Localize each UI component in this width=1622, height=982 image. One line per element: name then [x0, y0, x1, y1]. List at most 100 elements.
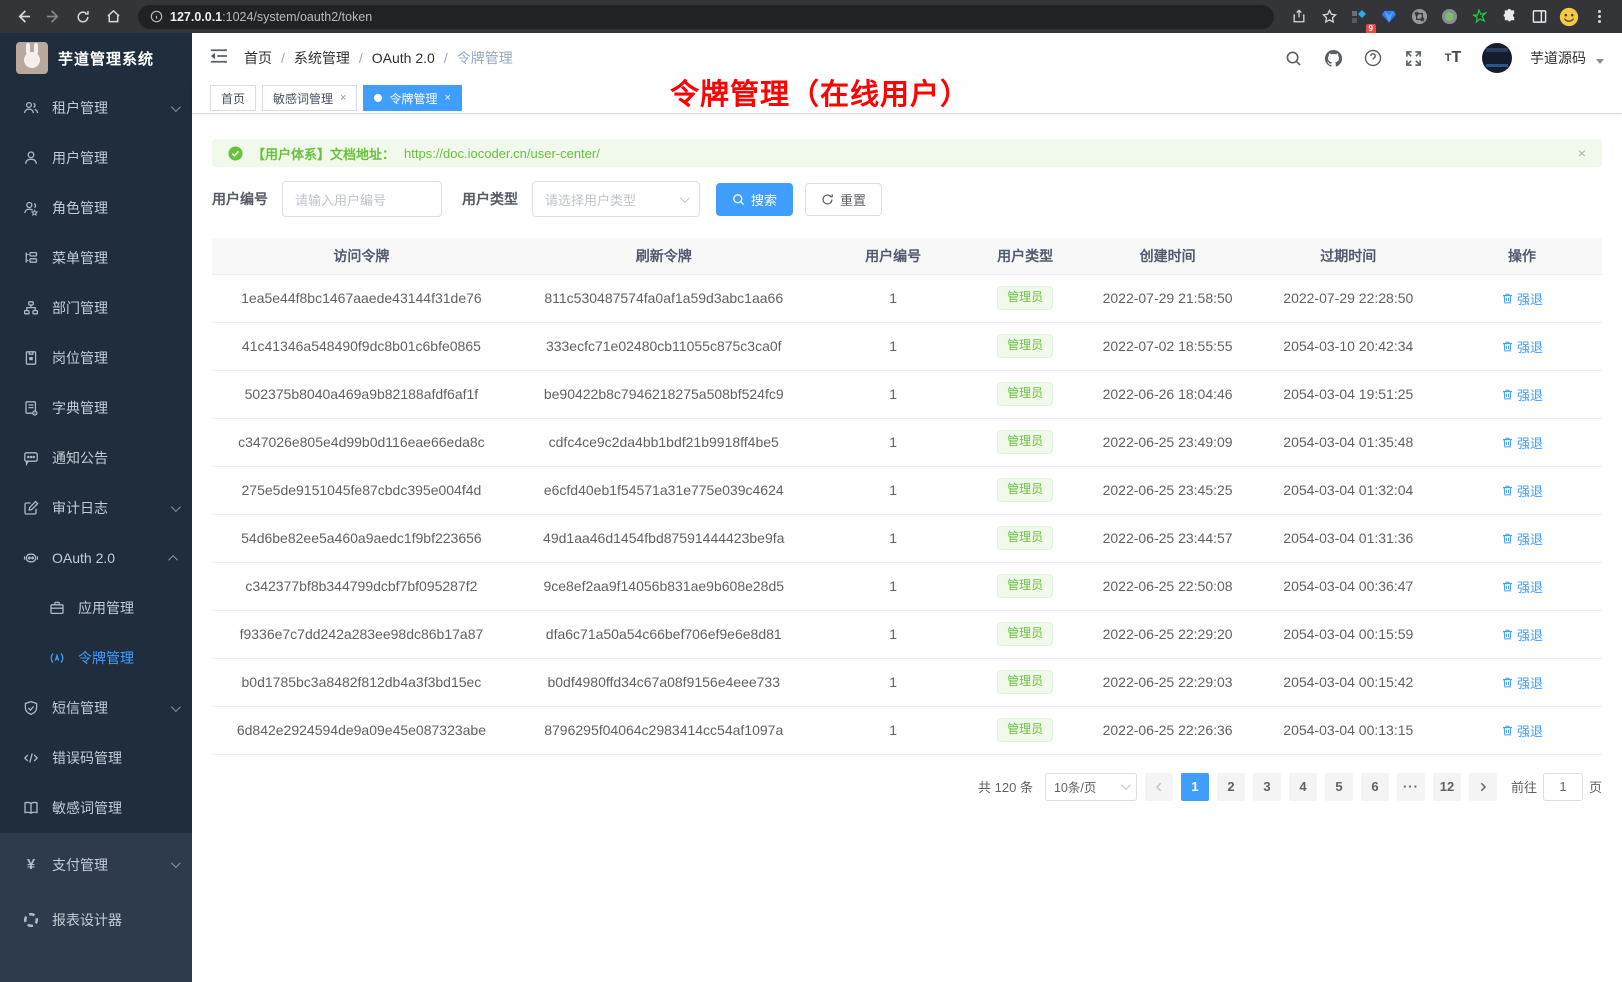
sidebar-item-租户管理[interactable]: 租户管理 — [0, 83, 192, 133]
force-logout-button[interactable]: 强退 — [1501, 481, 1543, 500]
refresh-token-cell: cdfc4ce9c2da4bb1bdf21b9918ff4be5 — [511, 418, 817, 466]
sidebar-item-菜单管理[interactable]: 菜单管理 — [0, 233, 192, 283]
breadcrumb-home[interactable]: 首页 — [244, 48, 272, 68]
sidebar-item-用户管理[interactable]: 用户管理 — [0, 133, 192, 183]
home-icon[interactable] — [100, 4, 126, 30]
sidebar-item-OAuth 2.0[interactable]: OAuth 2.0 — [0, 533, 192, 583]
page-button-2[interactable]: 2 — [1217, 773, 1245, 801]
breadcrumb-system[interactable]: 系统管理 — [294, 48, 350, 68]
tab-token-management[interactable]: 令牌管理× — [363, 85, 461, 111]
back-icon[interactable] — [10, 4, 36, 30]
reset-button[interactable]: 重置 — [805, 183, 882, 216]
table-row: f9336e7c7dd242a283ee98dc86b17a87dfa6c71a… — [212, 610, 1602, 658]
chevron-down-icon[interactable] — [1596, 59, 1604, 64]
force-logout-button[interactable]: 强退 — [1501, 721, 1543, 740]
sidebar-item-部门管理[interactable]: 部门管理 — [0, 283, 192, 333]
action-cell: 强退 — [1442, 610, 1602, 658]
side-panel-icon[interactable] — [1526, 4, 1552, 30]
user-type-badge: 管理员 — [997, 334, 1053, 358]
user-type-badge: 管理员 — [997, 718, 1053, 742]
sidebar-item-通知公告[interactable]: 通知公告 — [0, 433, 192, 483]
force-logout-button[interactable]: 强退 — [1501, 337, 1543, 356]
bookmark-star-icon[interactable] — [1316, 4, 1342, 30]
page-size-select[interactable]: 10条/页 — [1045, 773, 1137, 801]
delete-icon — [1501, 676, 1514, 689]
force-logout-button[interactable]: 强退 — [1501, 433, 1543, 452]
doc-link[interactable]: https://doc.iocoder.cn/user-center/ — [404, 146, 600, 161]
breadcrumb-oauth[interactable]: OAuth 2.0 — [372, 50, 435, 66]
action-cell: 强退 — [1442, 562, 1602, 610]
close-icon[interactable]: × — [340, 92, 346, 104]
page-button-5[interactable]: 5 — [1325, 773, 1353, 801]
profile-emoji-icon[interactable] — [1556, 4, 1582, 30]
app-title: 芋道管理系统 — [58, 48, 154, 69]
user-type-cell: 管理员 — [970, 370, 1081, 418]
forward-icon[interactable] — [40, 4, 66, 30]
page-buttons: 123456···12 — [1181, 773, 1461, 801]
sidebar-item-报表设计器[interactable]: 报表设计器 — [0, 892, 192, 947]
sidebar-item-审计日志[interactable]: 审计日志 — [0, 483, 192, 533]
site-info-icon[interactable] — [150, 10, 163, 23]
next-page-button[interactable] — [1469, 773, 1497, 801]
user-id-input[interactable]: 请输入用户编号 — [282, 181, 442, 217]
browser-menu-icon[interactable] — [1586, 4, 1612, 30]
user-type-select[interactable]: 请选择用户类型 — [532, 181, 700, 217]
reload-icon[interactable] — [70, 4, 96, 30]
sidebar-item-错误码管理[interactable]: 错误码管理 — [0, 733, 192, 783]
sidebar-menu-upper: 租户管理用户管理角色管理菜单管理部门管理岗位管理字典管理通知公告审计日志OAut… — [0, 83, 192, 833]
sidebar-item-敏感词管理[interactable]: 敏感词管理 — [0, 783, 192, 833]
search-icon[interactable] — [1282, 47, 1304, 69]
extension-colored-icon[interactable]: 9 — [1346, 4, 1372, 30]
green-dot-extension-icon[interactable] — [1436, 4, 1462, 30]
tab-sensitive-words[interactable]: 敏感词管理× — [262, 85, 357, 111]
page-button-12[interactable]: 12 — [1433, 773, 1461, 801]
alert-close-icon[interactable]: × — [1578, 145, 1586, 161]
page-button-6[interactable]: 6 — [1361, 773, 1389, 801]
sidebar-item-短信管理[interactable]: 短信管理 — [0, 683, 192, 733]
page-button-3[interactable]: 3 — [1253, 773, 1281, 801]
sidebar-item-令牌管理[interactable]: 令牌管理 — [0, 633, 192, 683]
github-icon[interactable] — [1322, 47, 1344, 69]
tab-home[interactable]: 首页 — [210, 85, 256, 111]
sidebar-collapse-icon[interactable] — [210, 48, 228, 69]
sidebar-item-支付管理[interactable]: ¥支付管理 — [0, 837, 192, 892]
sidebar-item-岗位管理[interactable]: 岗位管理 — [0, 333, 192, 383]
force-logout-button[interactable]: 强退 — [1501, 625, 1543, 644]
app-logo-row[interactable]: 芋道管理系统 — [0, 33, 192, 83]
force-logout-button[interactable]: 强退 — [1501, 577, 1543, 596]
dict-icon — [22, 400, 40, 416]
help-icon[interactable] — [1362, 47, 1384, 69]
puzzle-extensions-icon[interactable] — [1496, 4, 1522, 30]
refresh-token-cell: 8796295f04064c2983414cc54af1097a — [511, 706, 817, 754]
org-icon — [22, 300, 40, 316]
force-logout-button[interactable]: 强退 — [1501, 673, 1543, 692]
table-row: 54d6be82ee5a460a9aedc1f9bf22365649d1aa46… — [212, 514, 1602, 562]
user-id-cell: 1 — [817, 418, 970, 466]
page-button-4[interactable]: 4 — [1289, 773, 1317, 801]
force-logout-button[interactable]: 强退 — [1501, 529, 1543, 548]
fullscreen-icon[interactable] — [1402, 47, 1424, 69]
gem-extension-icon[interactable] — [1376, 4, 1402, 30]
col-expires: 过期时间 — [1254, 238, 1442, 274]
user-avatar[interactable] — [1482, 43, 1512, 73]
close-icon[interactable]: × — [444, 92, 450, 104]
force-logout-button[interactable]: 强退 — [1501, 385, 1543, 404]
sidebar-item-字典管理[interactable]: 字典管理 — [0, 383, 192, 433]
search-button[interactable]: 搜索 — [716, 183, 793, 216]
sidebar-item-角色管理[interactable]: 角色管理 — [0, 183, 192, 233]
sidebar-item-label: 用户管理 — [52, 148, 178, 168]
sidebar-item-应用管理[interactable]: 应用管理 — [0, 583, 192, 633]
page-button-1[interactable]: 1 — [1181, 773, 1209, 801]
share-icon[interactable] — [1286, 4, 1312, 30]
url-bar[interactable]: 127.0.0.1:1024/system/oauth2/token — [138, 5, 1274, 29]
prev-page-button[interactable] — [1145, 773, 1173, 801]
star-extension-icon[interactable] — [1466, 4, 1492, 30]
force-logout-button[interactable]: 强退 — [1501, 289, 1543, 308]
font-size-icon[interactable]: TT — [1442, 47, 1464, 69]
user-icon — [22, 150, 40, 166]
user-group-icon — [22, 100, 40, 116]
pagination-ellipsis[interactable]: ··· — [1397, 773, 1425, 801]
user-name[interactable]: 芋道源码 — [1530, 48, 1586, 68]
command-extension-icon[interactable] — [1406, 4, 1432, 30]
goto-page-input[interactable]: 1 — [1543, 773, 1583, 801]
